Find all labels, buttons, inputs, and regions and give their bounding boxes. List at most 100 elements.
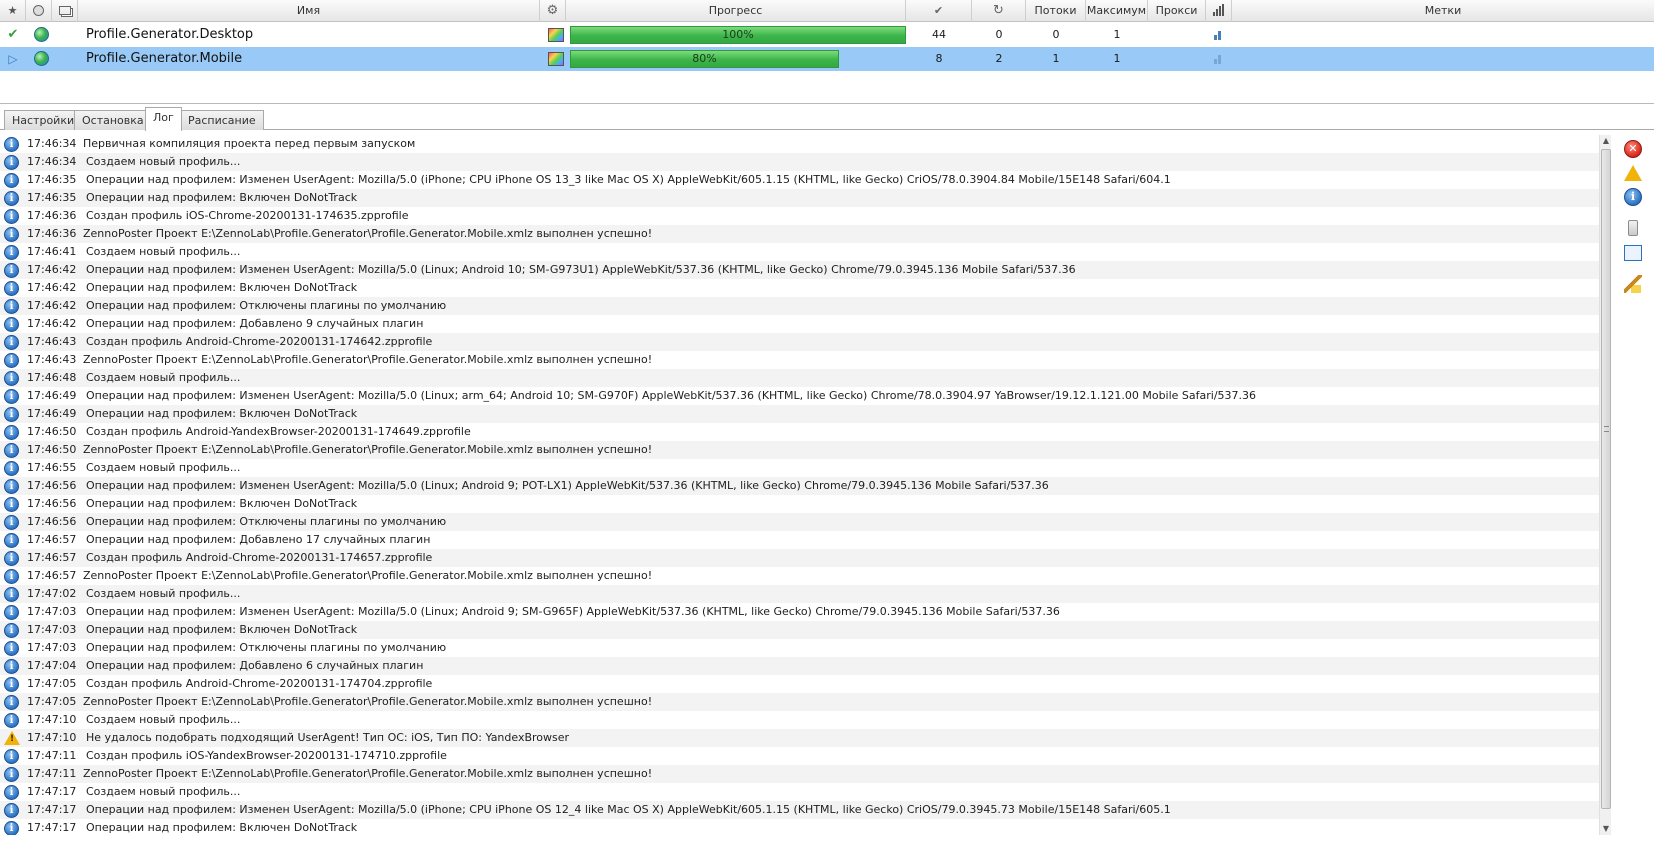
clear-log-icon[interactable]	[1624, 275, 1642, 293]
log-row[interactable]: i 17:47:02 Создаем новый профиль...	[0, 585, 1600, 603]
log-message: Операции над профилем: Включен DoNotTrac…	[86, 497, 358, 510]
log-row[interactable]: i 17:46:36 Создан профиль iOS-Chrome-20200…	[0, 207, 1600, 225]
col-max-header[interactable]: Максимум	[1086, 0, 1148, 22]
log-time: 17:47:05	[27, 695, 77, 708]
info-icon: i	[4, 821, 19, 835]
log-row[interactable]: i 17:46:35 Операции над профилем: Включен …	[0, 189, 1600, 207]
info-icon: i	[4, 191, 19, 206]
log-time: 17:47:04	[27, 659, 77, 672]
col-progress-header[interactable]: Прогресс	[566, 0, 906, 22]
col-stats-header[interactable]	[1206, 0, 1232, 22]
log-row[interactable]: i 17:47:03 Операции над профилем: Включен …	[0, 621, 1600, 639]
col-threads-header[interactable]: Потоки	[1026, 0, 1086, 22]
tab-stop[interactable]: Остановка	[74, 110, 152, 130]
log-list[interactable]: i 17:46:34 Первичная компиляция проекта пе…	[0, 135, 1602, 835]
log-scrollbar[interactable]: ▲ ▼	[1599, 135, 1611, 835]
log-time: 17:46:55	[27, 461, 77, 474]
info-icon: i	[4, 137, 19, 152]
info-icon: i	[4, 281, 19, 296]
log-row[interactable]: i 17:46:36 ZennoPoster Проект E:\ZennoLab\…	[0, 225, 1600, 243]
tab-log[interactable]: Лог	[145, 107, 182, 131]
tab-schedule[interactable]: Расписание	[180, 110, 264, 130]
max-threads[interactable]: 1	[1086, 47, 1148, 71]
log-time: 17:47:11	[27, 749, 77, 762]
col-settings-header[interactable]: ⚙	[540, 0, 566, 22]
log-row[interactable]: i 17:46:42 Операции над профилем: Изменен …	[0, 261, 1600, 279]
stats-bars-icon[interactable]	[1214, 55, 1224, 64]
log-row[interactable]: i 17:46:43 ZennoPoster Проект E:\ZennoLab\…	[0, 351, 1600, 369]
log-row[interactable]: i 17:46:49 Операции над профилем: Включен …	[0, 405, 1600, 423]
log-row[interactable]: i 17:47:11 ZennoPoster Проект E:\ZennoLab\…	[0, 765, 1600, 783]
scroll-down-arrow-icon[interactable]: ▼	[1600, 823, 1612, 835]
log-message: Операции над профилем: Включен DoNotTrac…	[86, 281, 358, 294]
image-settings-icon[interactable]	[548, 52, 564, 66]
max-threads[interactable]: 1	[1086, 23, 1148, 47]
signal-bars-icon	[1212, 4, 1225, 16]
log-row[interactable]: i 17:46:35 Операции над профилем: Изменен …	[0, 171, 1600, 189]
col-browser-header[interactable]	[26, 0, 52, 22]
warning-filter-icon[interactable]	[1624, 165, 1642, 181]
log-row[interactable]: i 17:46:43 Создан профиль Android-Chrome-2…	[0, 333, 1600, 351]
log-row[interactable]: i 17:47:17 Создаем новый профиль...	[0, 783, 1600, 801]
autoscroll-icon[interactable]	[1628, 220, 1638, 236]
tab-bar: Настройки Остановка Лог Расписание	[0, 107, 1654, 131]
log-time: 17:46:35	[27, 191, 77, 204]
task-name[interactable]: Profile.Generator.Mobile	[86, 47, 526, 71]
image-settings-icon[interactable]	[548, 28, 564, 42]
word-wrap-icon[interactable]	[1624, 245, 1642, 261]
task-name[interactable]: Profile.Generator.Desktop	[86, 23, 526, 47]
log-row[interactable]: i 17:47:05 ZennoPoster Проект E:\ZennoLab\…	[0, 693, 1600, 711]
log-row[interactable]: i 17:46:56 Операции над профилем: Изменен …	[0, 477, 1600, 495]
log-row[interactable]: i 17:47:10 Создаем новый профиль...	[0, 711, 1600, 729]
log-message: Создан профиль Android-Chrome-20200131-1…	[86, 335, 433, 348]
log-message: ZennoPoster Проект E:\ZennoLab\Profile.G…	[83, 443, 653, 456]
tasks-grid: ★ Имя ⚙ Прогресс ✔ ↻ Потоки Максимум Про…	[0, 0, 1654, 104]
log-row[interactable]: i 17:46:56 Операции над профилем: Включен …	[0, 495, 1600, 513]
scroll-thumb[interactable]	[1601, 149, 1611, 809]
log-row[interactable]: i 17:46:42 Операции над профилем: Добавлен…	[0, 315, 1600, 333]
log-row[interactable]: i 17:46:57 Операции над профилем: Добавлен…	[0, 531, 1600, 549]
gear-icon: ⚙	[546, 3, 559, 18]
log-time: 17:46:43	[27, 335, 77, 348]
log-row[interactable]: i 17:47:03 Операции над профилем: Изменен …	[0, 603, 1600, 621]
col-window-header[interactable]	[52, 0, 78, 22]
task-row[interactable]: ✔ Profile.Generator.Desktop 100% 44 0 0 …	[0, 23, 1654, 47]
col-proxy-header[interactable]: Прокси	[1148, 0, 1206, 22]
task-row-selected[interactable]: ▷ Profile.Generator.Mobile 80% 8 2 1 1	[0, 47, 1654, 71]
stats-bars-icon[interactable]	[1214, 31, 1224, 40]
log-row[interactable]: i 17:46:56 Операции над профилем: Отключен…	[0, 513, 1600, 531]
col-tags-header[interactable]: Метки	[1232, 0, 1654, 22]
info-icon: i	[4, 605, 19, 620]
log-row[interactable]: i 17:46:55 Создаем новый профиль...	[0, 459, 1600, 477]
col-status-header[interactable]: ★	[0, 0, 26, 22]
col-success-header[interactable]: ✔	[906, 0, 972, 22]
log-row[interactable]: i 17:46:34 Первичная компиляция проекта пе…	[0, 135, 1600, 153]
log-row[interactable]: i 17:46:49 Операции над профилем: Изменен …	[0, 387, 1600, 405]
log-row[interactable]: i 17:47:04 Операции над профилем: Добавлен…	[0, 657, 1600, 675]
log-row[interactable]: i 17:47:03 Операции над профилем: Отключен…	[0, 639, 1600, 657]
log-row[interactable]: i 17:46:57 Создан профиль Android-Chrome-2…	[0, 549, 1600, 567]
log-row[interactable]: i 17:47:05 Создан профиль Android-Chrome-2…	[0, 675, 1600, 693]
tab-settings[interactable]: Настройки	[4, 110, 83, 130]
log-row[interactable]: i 17:46:50 ZennoPoster Проект E:\ZennoLab\…	[0, 441, 1600, 459]
log-row[interactable]: ! 17:47:10 Не удалось подобрать подходящий…	[0, 729, 1600, 747]
log-row[interactable]: i 17:46:42 Операции над профилем: Отключен…	[0, 297, 1600, 315]
log-row[interactable]: i 17:46:41 Создаем новый профиль...	[0, 243, 1600, 261]
log-time: 17:46:35	[27, 173, 77, 186]
success-count: 44	[932, 28, 946, 41]
log-row[interactable]: i 17:46:42 Операции над профилем: Включен …	[0, 279, 1600, 297]
log-row[interactable]: i 17:47:17 Операции над профилем: Изменен …	[0, 801, 1600, 819]
log-row[interactable]: i 17:47:11 Создан профиль iOS-YandexBrowse…	[0, 747, 1600, 765]
info-filter-icon[interactable]: i	[1624, 188, 1642, 206]
log-row[interactable]: i 17:46:48 Создаем новый профиль...	[0, 369, 1600, 387]
log-row[interactable]: i 17:47:17 Операции над профилем: Включен …	[0, 819, 1600, 835]
error-filter-icon[interactable]: ✕	[1624, 140, 1642, 158]
log-row[interactable]: i 17:46:50 Создан профиль Android-YandexBr…	[0, 423, 1600, 441]
log-row[interactable]: i 17:46:57 ZennoPoster Проект E:\ZennoLab\…	[0, 567, 1600, 585]
scroll-up-arrow-icon[interactable]: ▲	[1600, 135, 1612, 147]
log-row[interactable]: i 17:46:34 Создаем новый профиль...	[0, 153, 1600, 171]
log-message: Первичная компиляция проекта перед первы…	[83, 137, 416, 150]
log-message: Создан профиль Android-Chrome-20200131-1…	[86, 677, 433, 690]
col-name-header[interactable]: Имя	[78, 0, 540, 22]
col-retries-header[interactable]: ↻	[972, 0, 1026, 22]
